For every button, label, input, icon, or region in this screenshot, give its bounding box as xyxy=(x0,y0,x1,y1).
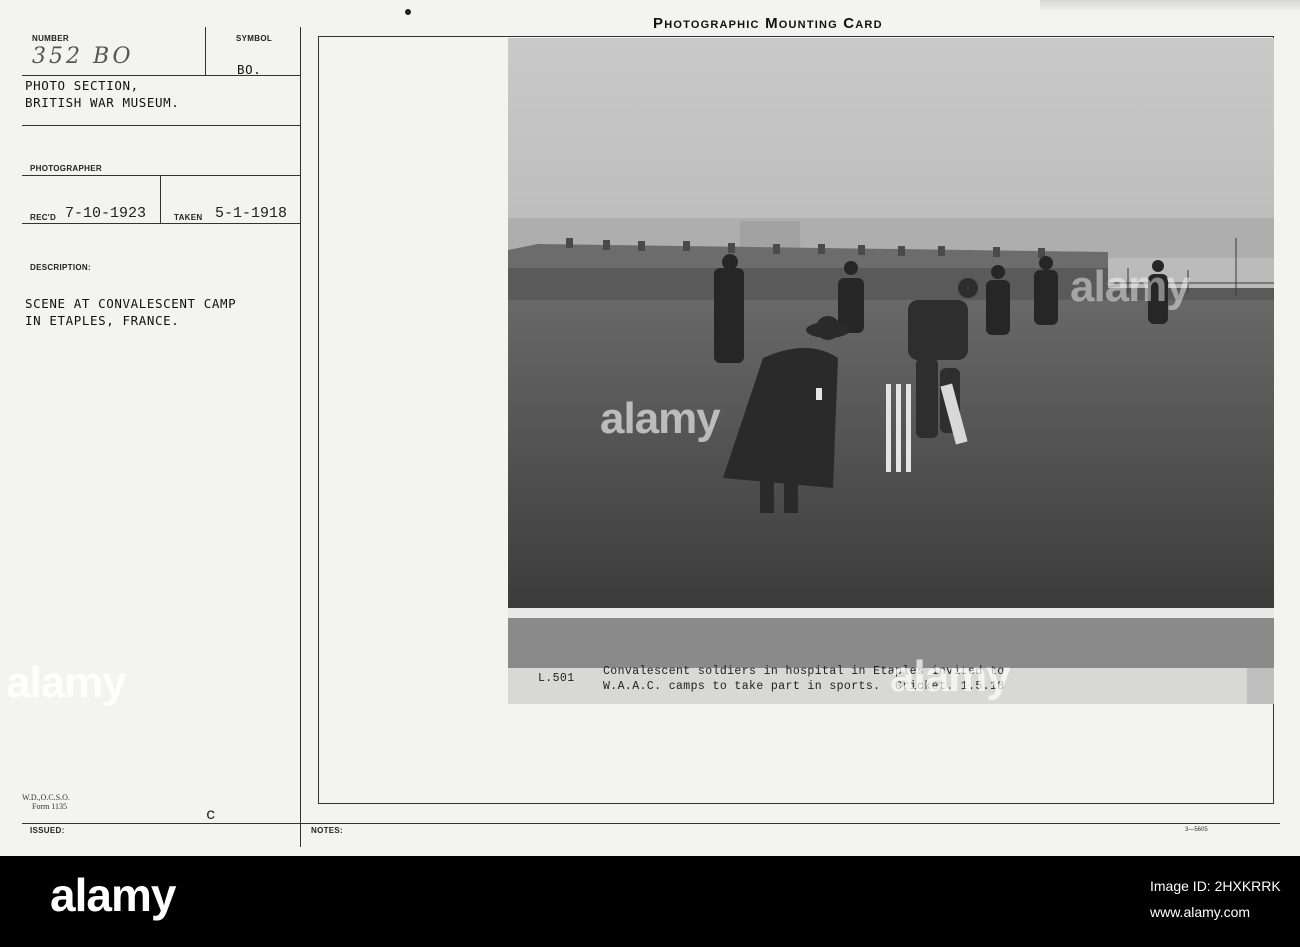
watermark-overlay: alamy xyxy=(1070,262,1191,311)
description-line-1: SCENE AT CONVALESCENT CAMP xyxy=(25,296,237,311)
notes-label: NOTES: xyxy=(311,826,344,835)
print-code: 3—5605 xyxy=(1185,827,1208,833)
watermark-bar: alamy Image ID: 2HXKRRK www.alamy.com xyxy=(0,856,1300,947)
watermark-overlay: alamy xyxy=(6,658,127,707)
number-label: NUMBER xyxy=(32,34,69,43)
alamy-logo: alamy xyxy=(50,869,176,921)
symbol-value: BO. xyxy=(237,62,262,77)
cricket-scene-image xyxy=(508,38,1274,668)
description-label: DESCRIPTION: xyxy=(30,263,91,272)
alamy-url: www.alamy.com xyxy=(1150,904,1251,920)
symbol-label: SYMBOL xyxy=(236,34,273,43)
divider-line xyxy=(22,223,301,224)
watermark-overlay: alamy xyxy=(600,394,721,443)
number-value: 352 BO xyxy=(32,44,134,69)
recd-value: 7-10-1923 xyxy=(65,205,147,222)
form-line-1: W.D.,O.C.S.O. xyxy=(22,793,70,802)
divider-line xyxy=(22,125,301,126)
section-line-1: PHOTO SECTION, xyxy=(25,78,139,93)
photographer-label: PHOTOGRAPHER xyxy=(30,164,102,173)
mounting-card: Photographic Mounting Card NUMBER 352 BO… xyxy=(0,0,1300,856)
taken-value: 5-1-1918 xyxy=(215,205,288,222)
description-line-2: IN ETAPLES, FRANCE. xyxy=(25,313,180,328)
section-line-2: BRITISH WAR MUSEUM. xyxy=(25,95,180,110)
issued-label: ISSUED: xyxy=(30,826,65,835)
caption-id: L.501 xyxy=(538,672,575,685)
divider-line xyxy=(160,175,161,223)
photo-caption: L.501 Convalescent soldiers in hospital … xyxy=(508,665,1247,704)
divider-line xyxy=(22,175,301,176)
photograph: L.501 Convalescent soldiers in hospital … xyxy=(508,38,1274,704)
corner-wear xyxy=(1040,0,1300,12)
issued-mark: c xyxy=(206,806,216,824)
column-divider xyxy=(300,27,301,847)
card-title: Photographic Mounting Card xyxy=(653,15,883,32)
form-number: W.D.,O.C.S.O. Form 1135 xyxy=(22,793,70,811)
divider-line xyxy=(205,27,206,75)
image-id: Image ID: 2HXKRRK xyxy=(1150,878,1281,894)
recd-label: REC'D xyxy=(30,213,57,222)
watermark-overlay: alamy xyxy=(890,652,1011,701)
taken-label: TAKEN xyxy=(174,213,203,222)
punch-dot xyxy=(405,9,411,15)
form-line-2: Form 1135 xyxy=(32,802,68,811)
